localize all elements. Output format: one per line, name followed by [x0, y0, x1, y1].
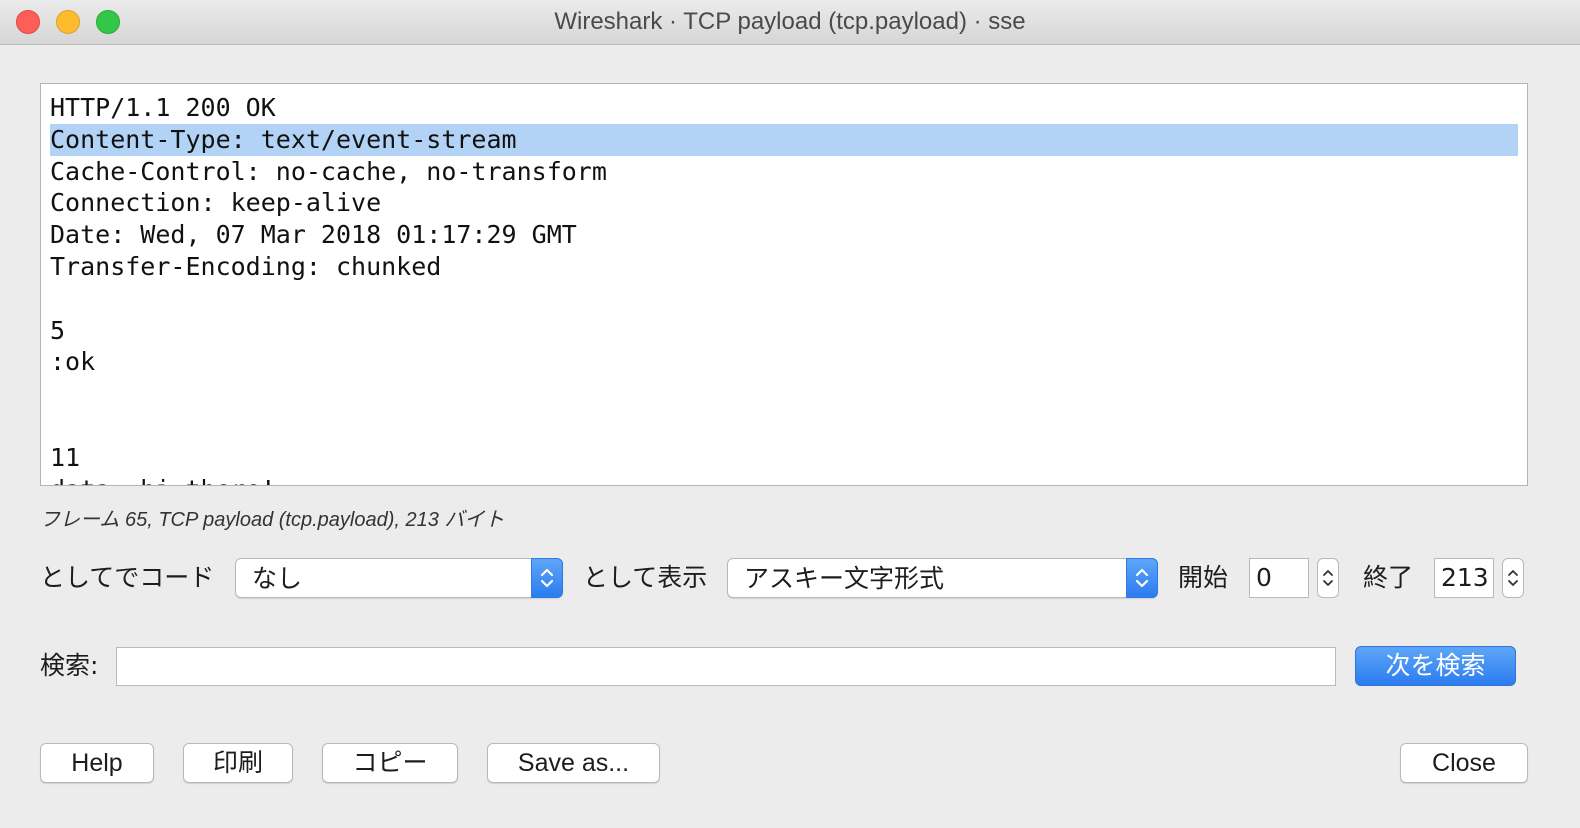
copy-button[interactable]: コピー — [322, 743, 458, 783]
title-bar[interactable]: Wireshark · TCP payload (tcp.payload) · … — [0, 0, 1580, 45]
payload-line[interactable]: Cache-Control: no-cache, no-transform — [50, 156, 1518, 188]
search-input[interactable] — [116, 647, 1336, 686]
show-as-select[interactable]: アスキー文字形式 — [727, 558, 1158, 598]
decode-as-select[interactable]: なし — [235, 558, 563, 598]
payload-text-view[interactable]: HTTP/1.1 200 OK Content-Type: text/event-… — [40, 83, 1528, 486]
payload-line[interactable]: Transfer-Encoding: chunked — [50, 251, 1518, 283]
save-as-button[interactable]: Save as... — [487, 743, 660, 783]
payload-line[interactable]: data: hi there! — [50, 474, 1518, 485]
start-label: 開始 — [1178, 563, 1229, 592]
minimize-window-icon[interactable] — [56, 10, 80, 34]
payload-line[interactable] — [50, 378, 1518, 410]
stepper-arrows-icon — [1508, 570, 1518, 586]
end-stepper[interactable] — [1502, 558, 1524, 598]
end-field[interactable]: 213 — [1434, 558, 1494, 598]
payload-line[interactable] — [50, 410, 1518, 442]
find-next-button[interactable]: 次を検索 — [1355, 646, 1516, 686]
payload-line[interactable]: :ok — [50, 346, 1518, 378]
close-window-icon[interactable] — [16, 10, 40, 34]
show-as-label: として表示 — [583, 563, 708, 592]
window-title: Wireshark · TCP payload (tcp.payload) · … — [554, 8, 1026, 35]
payload-line[interactable]: 5 — [50, 315, 1518, 347]
stepper-arrows-icon — [1323, 570, 1333, 586]
chevron-updown-icon — [531, 558, 563, 598]
close-button[interactable]: Close — [1400, 743, 1528, 783]
chevron-updown-icon — [1126, 558, 1158, 598]
show-as-value: アスキー文字形式 — [744, 564, 945, 593]
print-button[interactable]: 印刷 — [183, 743, 293, 783]
payload-line[interactable]: Date: Wed, 07 Mar 2018 01:17:29 GMT — [50, 219, 1518, 251]
decode-as-label: としてでコード — [40, 563, 215, 592]
payload-line[interactable] — [50, 283, 1518, 315]
follow-stream-window: Wireshark · TCP payload (tcp.payload) · … — [0, 0, 1580, 828]
frame-info: フレーム 65, TCP payload (tcp.payload), 213 … — [40, 509, 505, 531]
payload-line[interactable]: HTTP/1.1 200 OK — [50, 92, 1518, 124]
payload-line[interactable]: Connection: keep-alive — [50, 187, 1518, 219]
start-field[interactable]: 0 — [1249, 558, 1309, 598]
help-button[interactable]: Help — [40, 743, 154, 783]
search-label: 検索: — [40, 651, 99, 680]
end-label: 終了 — [1363, 563, 1414, 592]
decode-as-value: なし — [252, 564, 303, 593]
payload-lines: HTTP/1.1 200 OK Content-Type: text/event-… — [50, 92, 1518, 485]
start-stepper[interactable] — [1317, 558, 1339, 598]
payload-line[interactable]: 11 — [50, 442, 1518, 474]
payload-line-selected[interactable]: Content-Type: text/event-stream — [50, 123, 1518, 156]
zoom-window-icon[interactable] — [96, 10, 120, 34]
